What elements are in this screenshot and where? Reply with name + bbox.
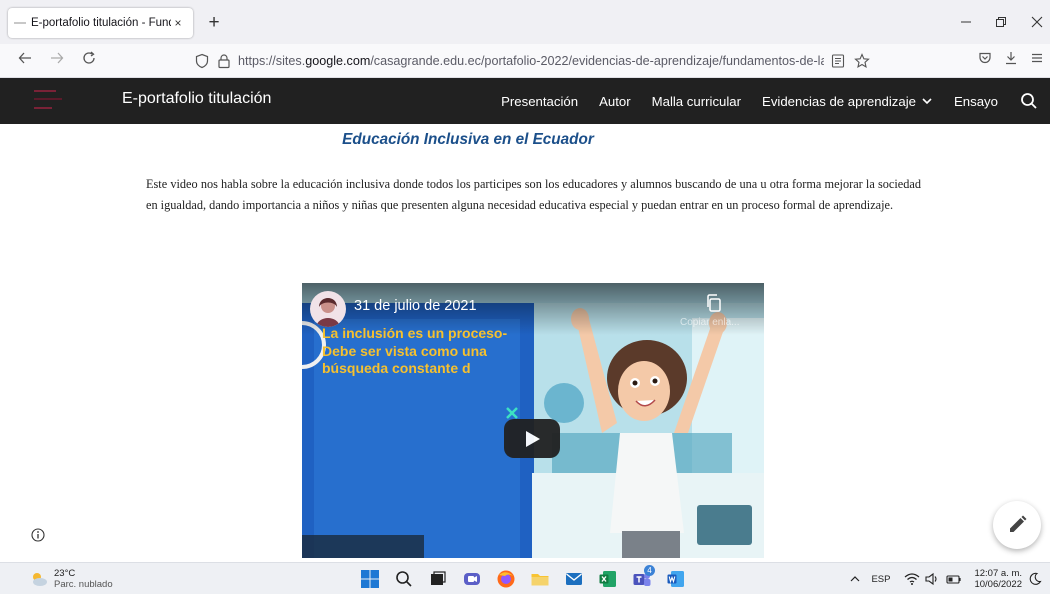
teams-icon[interactable]: 4 (632, 565, 655, 589)
nav-autor[interactable]: Autor (599, 94, 631, 109)
tracking-shield-icon[interactable] (194, 53, 210, 69)
partly-cloudy-icon (33, 573, 47, 586)
restore-icon[interactable] (990, 12, 1012, 34)
search-taskbar-icon[interactable] (394, 569, 414, 589)
pencil-icon (1010, 515, 1027, 532)
site-title[interactable]: E-portafolio titulación (122, 90, 271, 108)
site-header: E-portafolio titulación Presentación Aut… (0, 78, 1050, 124)
url-bar[interactable]: https://sites.google.com/casagrande.edu.… (186, 48, 878, 74)
search-icon[interactable] (1020, 92, 1038, 110)
nav-evidencias[interactable]: Evidencias de aprendizaje (762, 94, 933, 109)
word-icon[interactable] (666, 569, 686, 589)
clock[interactable]: 12:07 a. m. 10/06/2022 (974, 568, 1022, 590)
language-indicator[interactable]: ESP (871, 574, 890, 585)
info-icon[interactable] (31, 528, 45, 542)
nav-presentacion[interactable]: Presentación (501, 94, 578, 109)
page-heading: Educación Inclusiva en el Ecuador (342, 131, 594, 148)
url-text[interactable]: https://sites.google.com/casagrande.edu.… (238, 54, 824, 68)
notification-moon-icon[interactable] (1028, 572, 1042, 586)
volume-icon[interactable] (924, 572, 940, 586)
minimize-icon[interactable] (955, 12, 977, 34)
teams-chat-icon[interactable] (462, 569, 482, 589)
close-window-icon[interactable] (1026, 12, 1048, 34)
weather-temperature: 23°C (54, 568, 76, 579)
back-arrow-icon[interactable] (14, 50, 36, 72)
teams-badge: 4 (644, 565, 655, 576)
new-tab-button[interactable]: + (204, 13, 224, 33)
copy-link-icon[interactable] (704, 293, 724, 313)
task-view-icon[interactable] (428, 569, 448, 589)
reload-icon[interactable] (78, 50, 100, 72)
chevron-up-icon[interactable] (849, 573, 861, 585)
nav-ensayo[interactable]: Ensayo (954, 94, 998, 109)
windows-taskbar: 23°C Parc. nublado 4 ESP 12:07 a. m. 10/… (0, 562, 1050, 594)
url-domain: google.com (305, 54, 371, 68)
video-title[interactable]: 31 de julio de 2021 (354, 298, 477, 314)
site-logo[interactable] (34, 88, 108, 114)
file-explorer-icon[interactable] (530, 569, 550, 589)
tab-strip: E-portafolio titulación - Fundam × + (0, 0, 1050, 44)
forward-arrow-icon[interactable] (46, 50, 68, 72)
video-overlay-text: La inclusión es un proceso- Debe ser vis… (322, 325, 508, 376)
tab-favicon-icon (14, 22, 26, 24)
mail-icon[interactable] (564, 569, 584, 589)
play-button[interactable] (504, 419, 560, 458)
bookmark-star-icon[interactable] (854, 53, 870, 69)
lock-icon[interactable] (216, 53, 232, 69)
youtube-video-embed[interactable]: 31 de julio de 2021 Copiar enla... La in… (302, 283, 764, 558)
firefox-icon[interactable] (496, 569, 516, 589)
reader-view-icon[interactable] (830, 53, 846, 69)
channel-avatar[interactable] (310, 291, 346, 327)
system-tray: ESP 12:07 a. m. 10/06/2022 (849, 563, 1042, 594)
site-nav: Presentación Autor Malla curricular Evid… (480, 78, 1050, 124)
tab-title: E-portafolio titulación - Fundam (31, 17, 171, 29)
url-path: /casagrande.edu.ec/portafolio-2022/evide… (370, 54, 824, 68)
url-prefix: https://sites. (238, 54, 306, 68)
tab-close-button[interactable]: × (171, 16, 185, 30)
windows-start-icon[interactable] (360, 569, 380, 589)
navigation-bar: https://sites.google.com/casagrande.edu.… (0, 44, 1050, 78)
weather-widget[interactable]: 23°C Parc. nublado (30, 568, 113, 590)
edit-fab-button[interactable] (993, 501, 1041, 549)
wifi-icon[interactable] (904, 572, 920, 586)
browser-window: E-portafolio titulación - Fundam × + htt… (0, 0, 1050, 594)
downloads-icon[interactable] (1000, 50, 1022, 72)
clock-time: 12:07 a. m. (974, 568, 1022, 579)
pocket-icon[interactable] (974, 50, 996, 72)
body-paragraph: Este video nos habla sobre la educación … (146, 177, 921, 212)
browser-tab[interactable]: E-portafolio titulación - Fundam × (8, 8, 193, 38)
nav-malla-curricular[interactable]: Malla curricular (652, 94, 741, 109)
excel-icon[interactable] (598, 569, 618, 589)
clock-date: 10/06/2022 (974, 579, 1022, 590)
nav-evidencias-label: Evidencias de aprendizaje (762, 93, 916, 109)
battery-icon[interactable] (946, 572, 962, 586)
weather-condition: Parc. nublado (54, 579, 113, 590)
menu-hamburger-icon[interactable] (1026, 50, 1048, 72)
taskbar-apps: 4 (360, 565, 686, 589)
copy-link-label[interactable]: Copiar enla... (680, 317, 739, 328)
chevron-down-icon (922, 98, 932, 105)
